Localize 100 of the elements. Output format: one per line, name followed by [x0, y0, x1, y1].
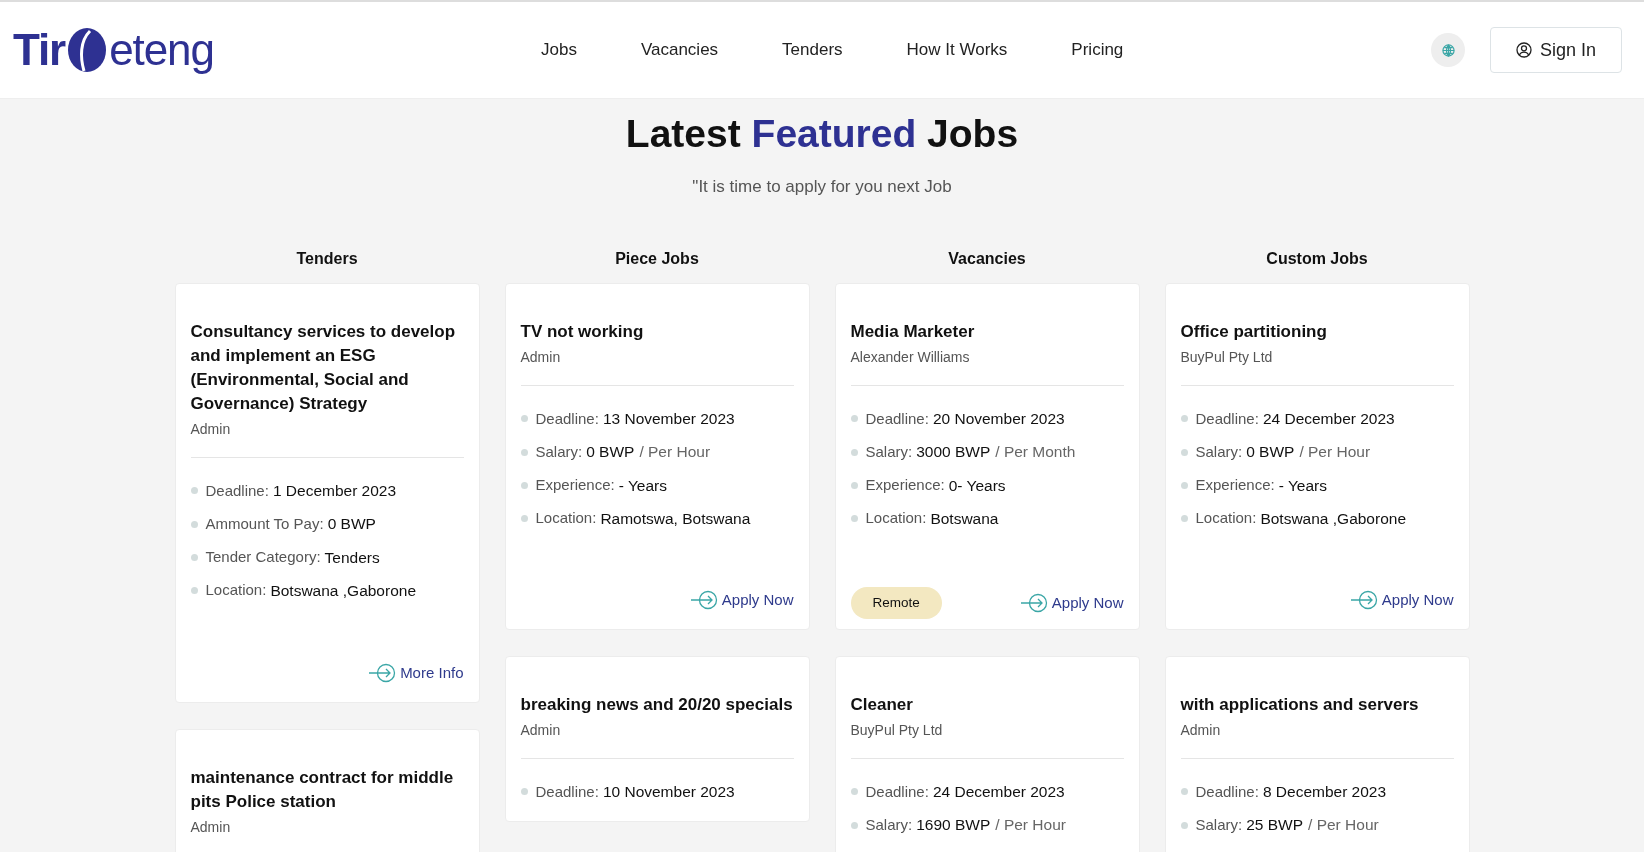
detail-unit: / Per Hour: [1308, 815, 1379, 836]
bullet-icon: [1180, 821, 1188, 829]
detail-label: Salary:: [535, 441, 583, 462]
bullet-icon: [1180, 448, 1188, 456]
detail-label: Salary:: [1195, 814, 1243, 835]
arrow-circle-icon: [690, 589, 718, 610]
job-title: Cleaner: [850, 694, 914, 717]
detail-value: 13 November 2023: [602, 409, 735, 430]
job-poster: Admin: [190, 818, 232, 838]
detail-value: 10 November 2023: [602, 782, 735, 803]
bullet-icon: [190, 520, 198, 528]
detail-value: 8 December 2023: [1262, 782, 1387, 803]
column-heading: Tenders: [295, 249, 359, 270]
sign-in-button[interactable]: Sign In: [1490, 27, 1622, 73]
detail-value: - Years: [618, 475, 667, 496]
arrow-circle-icon: [1350, 589, 1378, 610]
bullet-icon: [850, 448, 858, 456]
bullet-icon: [520, 415, 528, 423]
bullet-icon: [850, 481, 858, 489]
detail-label: Ammount To Pay:: [205, 513, 324, 534]
detail-unit: / Per Hour: [639, 442, 711, 463]
detail-label: Experience:: [865, 475, 945, 496]
bullet-icon: [190, 553, 198, 561]
bullet-icon: [850, 515, 858, 523]
detail-label: Deadline:: [535, 408, 599, 429]
detail-label: Salary:: [865, 814, 913, 835]
job-poster: Admin: [1180, 721, 1222, 741]
action-link[interactable]: More Info: [369, 661, 464, 685]
bullet-icon: [850, 821, 858, 829]
job-title: Consultancy services to develop and implement an ESG (Environmental, Social and Governance) Strategy: [190, 321, 457, 416]
bullet-icon: [520, 481, 528, 489]
detail-label: Salary:: [1195, 441, 1243, 462]
detail-value: 24 December 2023: [932, 782, 1065, 803]
bullet-icon: [520, 515, 528, 523]
logo-mark-icon: [66, 27, 109, 73]
job-poster: Admin: [520, 348, 562, 368]
nav-link[interactable]: Vacancies: [640, 37, 719, 63]
job-title: TV not working: [520, 321, 645, 344]
detail-label: Tender Category:: [205, 547, 321, 568]
job-title: Office partitioning: [1180, 321, 1328, 344]
column-heading: Custom Jobs: [1265, 249, 1369, 270]
user-icon: [1515, 42, 1532, 58]
nav-link[interactable]: Jobs: [541, 37, 577, 63]
detail-value: 1 December 2023: [272, 481, 397, 502]
nav-link[interactable]: Pricing: [1071, 37, 1124, 63]
action-link[interactable]: Apply Now: [1020, 591, 1124, 615]
job-title: maintenance contract for middle pits Police station: [190, 767, 455, 814]
detail-label: Deadline:: [535, 781, 599, 802]
detail-label: Location:: [865, 508, 927, 529]
action-link[interactable]: Apply Now: [1350, 588, 1454, 612]
job-title: Media Marketer: [850, 321, 976, 344]
detail-value: Botswana ,Gaborone: [1260, 508, 1406, 529]
bullet-icon: [190, 487, 198, 495]
job-title: breaking news and 20/20 specials: [520, 694, 794, 717]
bullet-icon: [1180, 481, 1188, 489]
detail-label: Deadline:: [865, 408, 929, 429]
bullet-icon: [190, 587, 198, 595]
job-title: with applications and servers: [1180, 694, 1420, 717]
detail-value: 25 BWP: [1246, 815, 1304, 836]
detail-label: Deadline:: [865, 781, 929, 802]
detail-value: 0 BWP: [586, 442, 635, 463]
detail-label: Experience:: [1195, 475, 1275, 496]
detail-unit: / Per Month: [995, 442, 1076, 463]
arrow-circle-icon: [369, 662, 397, 683]
job-poster: Admin: [520, 721, 562, 741]
column-heading: Piece Jobs: [614, 249, 700, 270]
bullet-icon: [850, 415, 858, 423]
detail-value: 1690 BWP: [916, 815, 991, 836]
bullet-icon: [850, 788, 858, 796]
detail-label: Deadline:: [205, 480, 269, 501]
logo-text: Tir: [13, 28, 66, 72]
detail-value: Botswana: [930, 508, 999, 529]
bullet-icon: [1180, 415, 1188, 423]
detail-value: 0 BWP: [1246, 442, 1295, 463]
remote-tag: Remote: [850, 586, 942, 620]
detail-value: Ramotswa, Botswana: [600, 508, 751, 529]
globe-icon: [1441, 43, 1455, 57]
job-poster: BuyPul Pty Ltd: [1180, 348, 1274, 368]
arrow-circle-icon: [1020, 593, 1048, 614]
nav-link[interactable]: How It Works: [906, 37, 1008, 63]
detail-value: 20 November 2023: [932, 409, 1065, 430]
page-heading: Latest Featured Jobs: [625, 111, 1019, 157]
language-button[interactable]: [1431, 33, 1465, 67]
detail-label: Salary:: [865, 441, 913, 462]
detail-value: Tenders: [324, 547, 380, 568]
detail-label: Deadline:: [1195, 408, 1259, 429]
detail-value: 0 BWP: [327, 514, 376, 535]
bullet-icon: [520, 788, 528, 796]
logo-text: eteng: [109, 28, 214, 72]
job-poster: Admin: [190, 420, 232, 440]
detail-value: Botswana ,Gaborone: [270, 580, 416, 601]
action-link[interactable]: Apply Now: [690, 588, 794, 612]
bullet-icon: [1180, 515, 1188, 523]
nav-link[interactable]: Tenders: [782, 37, 843, 63]
detail-label: Location:: [205, 580, 267, 601]
detail-label: Location:: [535, 508, 597, 529]
detail-label: Experience:: [535, 475, 615, 496]
column-heading: Vacancies: [947, 249, 1027, 270]
detail-value: 3000 BWP: [916, 442, 991, 463]
detail-label: Location:: [1195, 508, 1257, 529]
